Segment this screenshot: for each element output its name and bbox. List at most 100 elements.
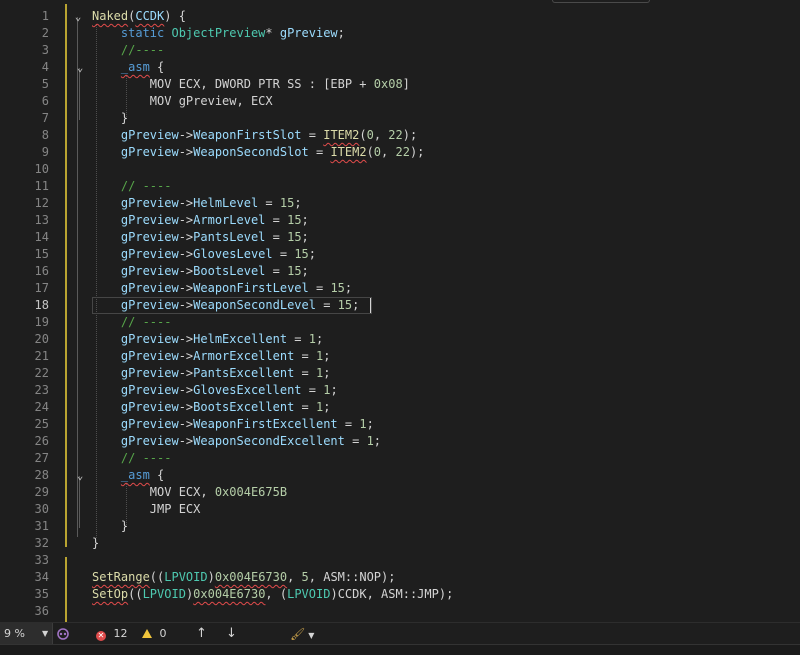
code-line[interactable]: 6 MOV gPreview, ECX [0, 93, 800, 110]
arrow-up-icon[interactable]: ↑ [196, 623, 207, 645]
code-text[interactable]: _asm { [92, 467, 164, 484]
error-indicator[interactable]: ✕ 12 [96, 623, 128, 645]
code-token: WeaponSecondSlot [193, 145, 309, 159]
code-line[interactable]: 5 MOV ECX, DWORD PTR SS : [EBP + 0x08] [0, 76, 800, 93]
code-line[interactable]: 35 SetOp((LPVOID)0x004E6730, (LPVOID)CCDK… [0, 586, 800, 603]
fold-chevron-icon[interactable]: ⌄ [74, 467, 86, 484]
code-line[interactable]: 19 // ---- [0, 314, 800, 331]
code-line[interactable]: 13 gPreview->ArmorLevel = 15; [0, 212, 800, 229]
copilot-icon[interactable] [56, 623, 70, 645]
warning-indicator[interactable]: 0 [142, 623, 167, 645]
code-line[interactable]: 28 ⌄ _asm { [0, 467, 800, 484]
code-text[interactable]: gPreview->WeaponFirstSlot = ITEM2(0, 22)… [92, 127, 417, 144]
brush-icon[interactable]: 🖌 ▼ [290, 623, 314, 645]
code-line[interactable]: 3 //---- [0, 42, 800, 59]
code-token: 1 [366, 434, 374, 448]
code-text[interactable]: } [92, 110, 128, 127]
line-number: 14 [34, 230, 49, 244]
code-text[interactable]: _asm { [92, 59, 164, 76]
code-line[interactable]: 34 SetRange((LPVOID)0x004E6730, 5, ASM::N… [0, 569, 800, 586]
code-line[interactable]: 32} [0, 535, 800, 552]
code-text[interactable]: static ObjectPreview* gPreview; [92, 25, 345, 42]
code-line[interactable]: 36 [0, 603, 800, 620]
code-line[interactable]: 18 gPreview->WeaponSecondLevel = 15; [0, 297, 800, 314]
code-text[interactable]: Naked(CCDK) { [92, 8, 186, 25]
code-line[interactable]: 30 JMP ECX [0, 501, 800, 518]
code-text[interactable]: gPreview->PantsLevel = 15; [92, 229, 309, 246]
code-line[interactable]: 33 [0, 552, 800, 569]
zoom-selector[interactable]: 9 % ▼ [0, 623, 53, 645]
code-line[interactable]: 9 gPreview->WeaponSecondSlot = ITEM2(0, … [0, 144, 800, 161]
arrow-down-icon[interactable]: ↓ [226, 623, 237, 645]
code-line[interactable]: 16 gPreview->BootsLevel = 15; [0, 263, 800, 280]
code-text[interactable]: gPreview->WeaponFirstExcellent = 1; [92, 416, 374, 433]
code-line[interactable]: 23 gPreview->GlovesExcellent = 1; [0, 382, 800, 399]
code-text[interactable]: gPreview->PantsExcellent = 1; [92, 365, 331, 382]
fold-chevron-icon[interactable]: ⌄ [72, 8, 84, 25]
code-text[interactable]: gPreview->WeaponSecondExcellent = 1; [92, 433, 381, 450]
code-line[interactable]: 24 gPreview->BootsExcellent = 1; [0, 399, 800, 416]
code-line[interactable]: 25 gPreview->WeaponFirstExcellent = 1; [0, 416, 800, 433]
code-line[interactable]: 22 gPreview->PantsExcellent = 1; [0, 365, 800, 382]
code-line[interactable]: 8 gPreview->WeaponFirstSlot = ITEM2(0, 2… [0, 127, 800, 144]
code-text[interactable]: MOV ECX, DWORD PTR SS : [EBP + 0x08] [92, 76, 410, 93]
code-token: -> [178, 400, 194, 414]
code-token: -> [178, 247, 194, 261]
code-line[interactable]: 7 } [0, 110, 800, 127]
line-number: 25 [34, 417, 49, 431]
code-text[interactable]: // ---- [92, 178, 172, 195]
code-text[interactable]: MOV gPreview, ECX [92, 93, 273, 110]
code-text[interactable]: gPreview->BootsLevel = 15; [92, 263, 309, 280]
code-text[interactable]: // ---- [92, 314, 172, 331]
code-token: MOV ECX, [92, 485, 215, 499]
code-line[interactable]: 17 gPreview->WeaponFirstLevel = 15; [0, 280, 800, 297]
code-text[interactable]: } [92, 535, 99, 552]
code-text[interactable]: gPreview->ArmorLevel = 15; [92, 212, 309, 229]
fold-chevron-icon[interactable]: ⌄ [74, 59, 86, 76]
code-token: -> [178, 298, 194, 312]
code-token: ITEM2 [330, 145, 367, 159]
code-line[interactable]: 31 } [0, 518, 800, 535]
code-text[interactable]: // ---- [92, 450, 172, 467]
code-line[interactable]: 4 ⌄ _asm { [0, 59, 800, 76]
code-text[interactable]: SetRange((LPVOID)0x004E6730, 5, ASM::NOP… [92, 569, 395, 586]
zoom-dropdown-icon[interactable]: ▼ [42, 623, 48, 645]
code-token: = [265, 213, 288, 227]
code-text[interactable]: gPreview->WeaponSecondLevel = 15; [92, 297, 359, 314]
code-text[interactable]: SetOp((LPVOID)0x004E6730, (LPVOID)CCDK, … [92, 586, 453, 603]
code-line[interactable]: 14 gPreview->PantsLevel = 15; [0, 229, 800, 246]
code-line[interactable]: 1 ⌄ Naked(CCDK) { [0, 8, 800, 25]
code-text[interactable]: MOV ECX, 0x004E675B [92, 484, 287, 501]
code-line[interactable]: 27 // ---- [0, 450, 800, 467]
code-line[interactable]: 15 gPreview->GlovesLevel = 15; [0, 246, 800, 263]
code-token: LPVOID [142, 587, 186, 601]
code-text[interactable]: gPreview->GlovesExcellent = 1; [92, 382, 338, 399]
code-text[interactable]: gPreview->ArmorExcellent = 1; [92, 348, 331, 365]
code-line[interactable]: 11 // ---- [0, 178, 800, 195]
code-text[interactable]: gPreview->HelmExcellent = 1; [92, 331, 323, 348]
code-line[interactable]: 12 gPreview->HelmLevel = 15; [0, 195, 800, 212]
code-text[interactable]: gPreview->BootsExcellent = 1; [92, 399, 331, 416]
code-token: , [373, 128, 389, 142]
code-token: HelmExcellent [193, 332, 288, 346]
code-line[interactable]: 20 gPreview->HelmExcellent = 1; [0, 331, 800, 348]
line-number: 15 [34, 247, 49, 261]
code-line[interactable]: 10 [0, 161, 800, 178]
code-line[interactable]: 26 gPreview->WeaponSecondExcellent = 1; [0, 433, 800, 450]
code-text[interactable]: gPreview->WeaponFirstLevel = 15; [92, 280, 352, 297]
code-text[interactable]: gPreview->HelmLevel = 15; [92, 195, 302, 212]
code-line[interactable]: 21 gPreview->ArmorExcellent = 1; [0, 348, 800, 365]
code-editor[interactable]: 1 ⌄ Naked(CCDK) {2 static ObjectPreview* g… [0, 0, 800, 622]
code-token: WeaponFirstExcellent [193, 417, 338, 431]
code-text[interactable]: } [92, 518, 128, 535]
code-line[interactable]: 2 static ObjectPreview* gPreview; [0, 25, 800, 42]
code-text[interactable]: gPreview->GlovesLevel = 15; [92, 246, 316, 263]
code-line[interactable]: 29 MOV ECX, 0x004E675B [0, 484, 800, 501]
code-token: = [287, 332, 309, 346]
code-text[interactable]: gPreview->WeaponSecondSlot = ITEM2(0, 22… [92, 144, 424, 161]
code-text[interactable]: //---- [92, 42, 164, 59]
code-text[interactable]: JMP ECX [92, 501, 201, 518]
